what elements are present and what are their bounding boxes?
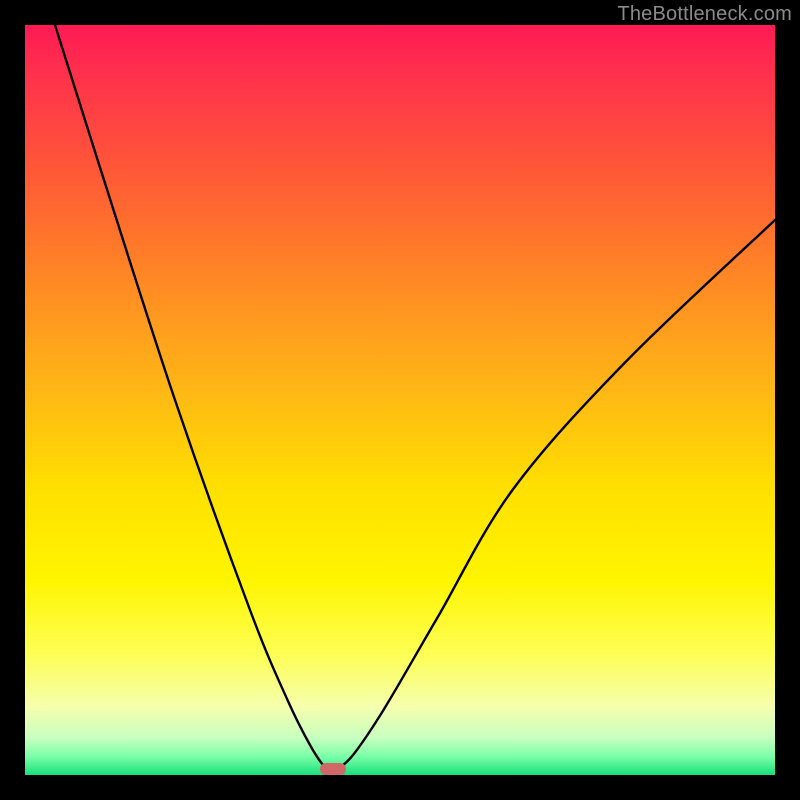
optimum-marker xyxy=(320,763,346,775)
plot-area xyxy=(25,25,775,775)
bottleneck-curve xyxy=(55,25,775,771)
watermark-text: TheBottleneck.com xyxy=(617,3,792,26)
curve-svg xyxy=(25,25,775,775)
chart-container: TheBottleneck.com xyxy=(0,0,800,800)
